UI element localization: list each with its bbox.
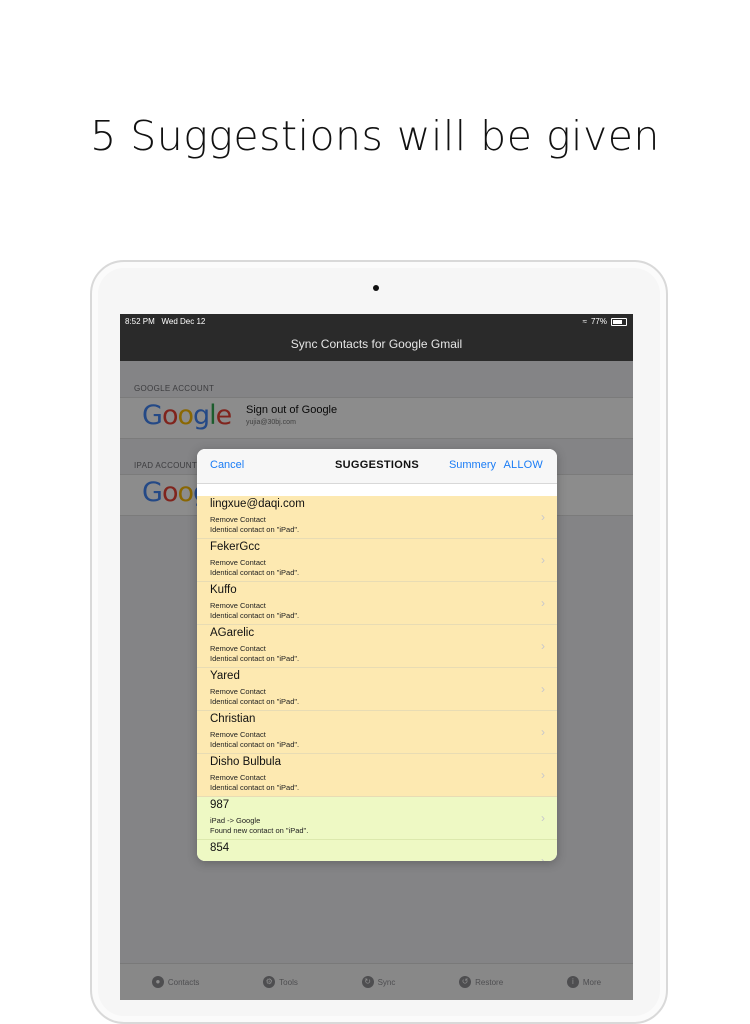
suggestion-action: Remove Contact [210,687,266,696]
suggestion-action: Remove Contact [210,644,266,653]
suggestions-modal: Cancel SUGGESTIONS Summery ALLOW lingxue… [197,449,557,861]
status-bar: 8:52 PM Wed Dec 12 ≈ 77% [120,314,633,330]
contact-name: lingxue@daqi.com [210,498,305,510]
chevron-right-icon: › [541,510,545,524]
suggestion-row[interactable]: FekerGcc Remove Contact Identical contac… [197,539,557,582]
suggestion-action: Remove Contact [210,730,266,739]
suggestion-detail: Identical contact on "iPad". [210,654,300,663]
suggestion-row[interactable]: 987 iPad -> Google Found new contact on … [197,797,557,840]
contact-name: Christian [210,713,256,725]
battery-icon [611,317,627,326]
front-camera [373,285,379,291]
suggestion-detail: Identical contact on "iPad". [210,783,300,792]
suggestion-detail: Identical contact on "iPad". [210,697,300,706]
suggestion-action: Remove Contact [210,515,266,524]
chevron-right-icon: › [541,811,545,825]
suggestion-detail: Identical contact on "iPad". [210,611,300,620]
contact-name: Disho Bulbula [210,756,281,768]
suggestion-row[interactable]: lingxue@daqi.com Remove Contact Identica… [197,496,557,539]
suggestion-action: iPad -> Google [210,816,261,825]
chevron-right-icon: › [541,553,545,567]
contact-name: 987 [210,799,230,811]
chevron-right-icon: › [541,725,545,739]
status-right: ≈ 77% [583,317,627,326]
chevron-right-icon: › [541,596,545,610]
chevron-right-icon: › [541,768,545,782]
chevron-right-icon: › [541,682,545,696]
suggestion-row[interactable]: 854 › [197,840,557,861]
suggestion-row[interactable]: Christian Remove Contact Identical conta… [197,711,557,754]
modal-header: Cancel SUGGESTIONS Summery ALLOW [197,449,557,484]
suggestion-detail: Identical contact on "iPad". [210,568,300,577]
nav-bar-title: Sync Contacts for Google Gmail [120,330,633,361]
suggestion-row[interactable]: Yared Remove Contact Identical contact o… [197,668,557,711]
suggestion-action: Remove Contact [210,773,266,782]
chevron-right-icon: › [541,639,545,653]
headline: 5 Suggestions will be given [90,112,660,160]
wifi-icon: ≈ [582,317,587,326]
chevron-right-icon: › [541,854,545,861]
allow-button[interactable]: ALLOW [503,459,543,471]
contact-name: Yared [210,670,240,682]
contact-name: AGarelic [210,627,255,639]
suggestion-detail: Identical contact on "iPad". [210,740,300,749]
suggestion-action: Remove Contact [210,558,266,567]
contact-name: FekerGcc [210,541,260,553]
contact-name: 854 [210,842,230,854]
suggestion-row[interactable]: Kuffo Remove Contact Identical contact o… [197,582,557,625]
suggestions-list[interactable]: lingxue@daqi.com Remove Contact Identica… [197,496,557,861]
summary-button[interactable]: Summery [449,459,496,471]
suggestion-detail: Found new contact on "iPad". [210,826,309,835]
suggestion-row[interactable]: Disho Bulbula Remove Contact Identical c… [197,754,557,797]
suggestion-action: Remove Contact [210,601,266,610]
battery-percent: 77% [590,317,607,326]
contact-name: Kuffo [210,584,237,596]
suggestion-row[interactable]: AGarelic Remove Contact Identical contac… [197,625,557,668]
status-time: 8:52 PM Wed Dec 12 [125,317,206,326]
suggestion-detail: Identical contact on "iPad". [210,525,300,534]
